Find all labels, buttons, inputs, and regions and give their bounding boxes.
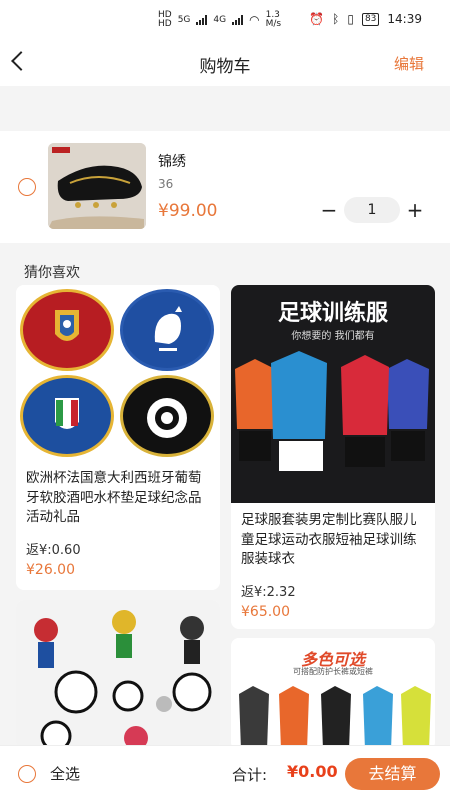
signal-5g-label: 5G bbox=[177, 15, 191, 25]
nav-header: 购物车 编辑 bbox=[0, 40, 450, 86]
product-card[interactable]: 欧洲杯法国意大利西班牙葡萄牙软胶酒吧水杯垫足球纪念品活动礼品 返¥:0.60 ¥… bbox=[16, 285, 220, 590]
france-coaster-icon bbox=[120, 289, 214, 371]
decrease-button[interactable]: − bbox=[316, 198, 342, 222]
italy-shield-icon bbox=[55, 398, 79, 429]
increase-button[interactable]: + bbox=[402, 198, 428, 222]
rooster-icon bbox=[154, 306, 182, 351]
battery-icon: 83 bbox=[361, 12, 380, 26]
signal-4g-label: 4G bbox=[213, 15, 227, 25]
edit-button[interactable]: 编辑 bbox=[394, 53, 424, 74]
product-rebate: 返¥:0.60 bbox=[26, 543, 81, 558]
product-image: 足球训练服 你想要的 我们都有 bbox=[231, 285, 435, 503]
product-desc: 欧洲杯法国意大利西班牙葡萄牙软胶酒吧水杯垫足球纪念品活动礼品 bbox=[26, 470, 202, 525]
banner-subtitle: 你想要的 我们都有 bbox=[291, 331, 375, 342]
dfb-badge-icon bbox=[147, 398, 187, 438]
item-checkbox[interactable] bbox=[18, 178, 36, 196]
select-all-checkbox[interactable] bbox=[18, 765, 36, 783]
system-indicators: ⏰ ᛒ ▯ 83 14:39 bbox=[309, 12, 422, 26]
product-price: ¥65.00 bbox=[241, 604, 290, 620]
banner-title: 足球训练服 bbox=[277, 301, 388, 326]
recommend-title: 猜你喜欢 bbox=[24, 265, 80, 281]
network-indicators: HD HD 5G 4G ◠ 1.3 M/s bbox=[158, 11, 281, 29]
product-desc: 足球服套装男定制比赛队服儿童足球运动衣服短袖足球训练服装球衣 bbox=[241, 512, 417, 567]
shield-icon bbox=[55, 310, 79, 341]
italy-coaster-icon bbox=[20, 375, 114, 457]
cart-item: 锦绣 36 ¥99.00 − 1 + bbox=[0, 131, 450, 243]
goalkeeper-kits-icon bbox=[239, 686, 431, 750]
stickers-icon bbox=[34, 610, 212, 750]
product-price: ¥99.00 bbox=[158, 201, 218, 221]
signal-icon bbox=[232, 15, 244, 25]
product-rebate: 返¥:2.32 bbox=[241, 585, 296, 600]
product-image bbox=[16, 285, 220, 461]
hd-badge: HD bbox=[158, 19, 172, 29]
banner-subtitle: 可搭配防护长裤或短裤 bbox=[293, 667, 373, 676]
page-title: 购物车 bbox=[199, 57, 251, 77]
product-card[interactable]: 足球训练服 你想要的 我们都有 足球服套装男定制比赛队服儿童足球运动衣服短袖足球… bbox=[231, 285, 435, 629]
quantity-stepper: − 1 + bbox=[316, 197, 428, 223]
quantity-value[interactable]: 1 bbox=[344, 197, 400, 223]
jerseys-icon bbox=[235, 351, 429, 471]
product-price: ¥26.00 bbox=[26, 562, 75, 578]
product-image: 多色可选 可搭配防护长裤或短裤 bbox=[231, 638, 435, 750]
total-label: 合计: bbox=[232, 766, 268, 784]
net-speed: 1.3 M/s bbox=[266, 11, 282, 29]
bluetooth-icon: ᛒ bbox=[332, 12, 340, 26]
product-card[interactable]: 多色可选 可搭配防护长裤或短裤 bbox=[231, 638, 435, 750]
total-value: ¥0.00 bbox=[287, 762, 338, 781]
status-bar: HD HD 5G 4G ◠ 1.3 M/s ⏰ ᛒ ▯ 83 14:39 bbox=[0, 0, 450, 40]
clock: 14:39 bbox=[387, 12, 422, 26]
portugal-coaster-icon bbox=[20, 289, 114, 371]
alarm-icon: ⏰ bbox=[309, 12, 325, 26]
product-spec: 36 bbox=[158, 177, 174, 191]
soccer-cleat-icon bbox=[48, 143, 146, 229]
product-card[interactable] bbox=[16, 600, 220, 750]
signal-icon bbox=[196, 15, 208, 25]
wifi-icon: ◠ bbox=[249, 13, 260, 27]
product-image bbox=[16, 600, 220, 750]
hd-badges: HD HD bbox=[158, 11, 172, 29]
net-speed-unit: M/s bbox=[265, 19, 282, 29]
vibrate-icon: ▯ bbox=[347, 12, 354, 26]
checkout-bar: 全选 合计: ¥0.00 去结算 bbox=[0, 745, 450, 800]
product-thumbnail[interactable] bbox=[48, 143, 146, 229]
product-name[interactable]: 锦绣 bbox=[158, 151, 186, 171]
checkout-button[interactable]: 去结算 bbox=[345, 758, 440, 790]
select-all-label[interactable]: 全选 bbox=[50, 763, 80, 784]
germany-coaster-icon bbox=[120, 375, 214, 457]
